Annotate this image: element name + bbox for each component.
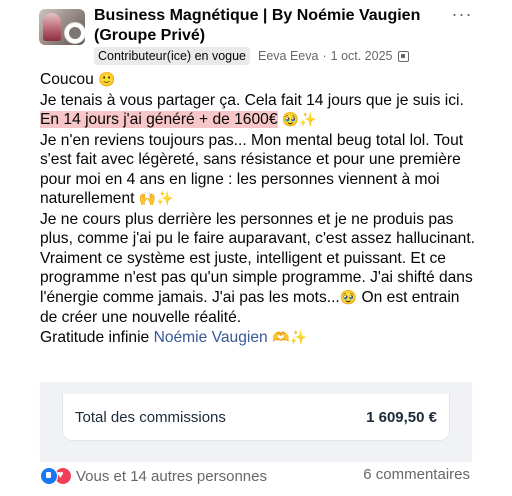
highlighted-text: En 14 jours j'ai généré + de 1600€: [40, 111, 278, 128]
group-name-link[interactable]: Business Magnétique | By Noémie Vaugien …: [94, 6, 444, 46]
group-privacy-icon: [397, 50, 409, 62]
post-line: Vraiment ce système est juste, intellige…: [40, 249, 480, 328]
post-header: Business Magnétique | By Noémie Vaugien …: [0, 0, 512, 70]
post-text: Coucou 🙂 Je tenais à vous partager ça. C…: [40, 70, 480, 348]
commission-card[interactable]: Total des commissions 1 609,50 €: [62, 394, 450, 441]
post-line-text: Je ne cours plus derrière les personnes …: [40, 210, 476, 248]
reactions-summary[interactable]: Vous et 14 autres personnes: [40, 466, 267, 486]
commission-label: Total des commissions: [75, 409, 226, 426]
post-line: En 14 jours j'ai généré + de 1600€ 🥹✨: [40, 110, 480, 131]
raised-hands-emoji-icon: 🙌✨: [138, 191, 174, 207]
mention-link[interactable]: Noémie Vaugien: [154, 329, 268, 346]
post-line-text: Gratitude infinie: [40, 328, 154, 346]
post-line-text: Je n'en reviens toujours pas... Mon ment…: [40, 131, 464, 208]
group-avatar[interactable]: [39, 9, 85, 45]
smile-emoji-icon: 🙂: [98, 72, 116, 88]
commission-value: 1 609,50 €: [366, 409, 437, 426]
post-meta: Contributeur(ice) en vogue Eeva Eeva · 1…: [94, 46, 409, 66]
teary-emoji-icon: 🥹: [339, 289, 358, 306]
post-line: Coucou 🙂: [40, 70, 480, 91]
more-options-icon[interactable]: ···: [448, 5, 476, 28]
comments-count-link[interactable]: 6 commentaires: [363, 466, 470, 483]
post-line-text: Coucou: [40, 71, 99, 88]
post-line-text: Je tenais à vous partager ça. Cela fait …: [40, 91, 464, 109]
contributor-badge: Contributeur(ice) en vogue: [94, 47, 250, 65]
meta-separator: ·: [322, 49, 327, 63]
author-name-link[interactable]: Eeva Eeva: [258, 49, 318, 63]
author-avatar[interactable]: [64, 22, 85, 44]
post-line: Je n'en reviens toujours pas... Mon ment…: [40, 131, 480, 210]
post-line: Je tenais à vous partager ça. Cela fait …: [40, 91, 480, 111]
teary-sparkles-emoji-icon: 🥹✨: [281, 112, 317, 128]
group-cover-photo: [43, 13, 61, 41]
heart-hands-emoji-icon: 🫶✨: [267, 329, 308, 346]
like-reaction-icon: [40, 467, 58, 485]
post-line: Gratitude infinie Noémie Vaugien 🫶✨: [40, 328, 480, 349]
post-date-link[interactable]: 1 oct. 2025: [331, 49, 393, 63]
post-line: Je ne cours plus derrière les personnes …: [40, 210, 480, 249]
reactions-count: Vous et 14 autres personnes: [76, 467, 267, 485]
